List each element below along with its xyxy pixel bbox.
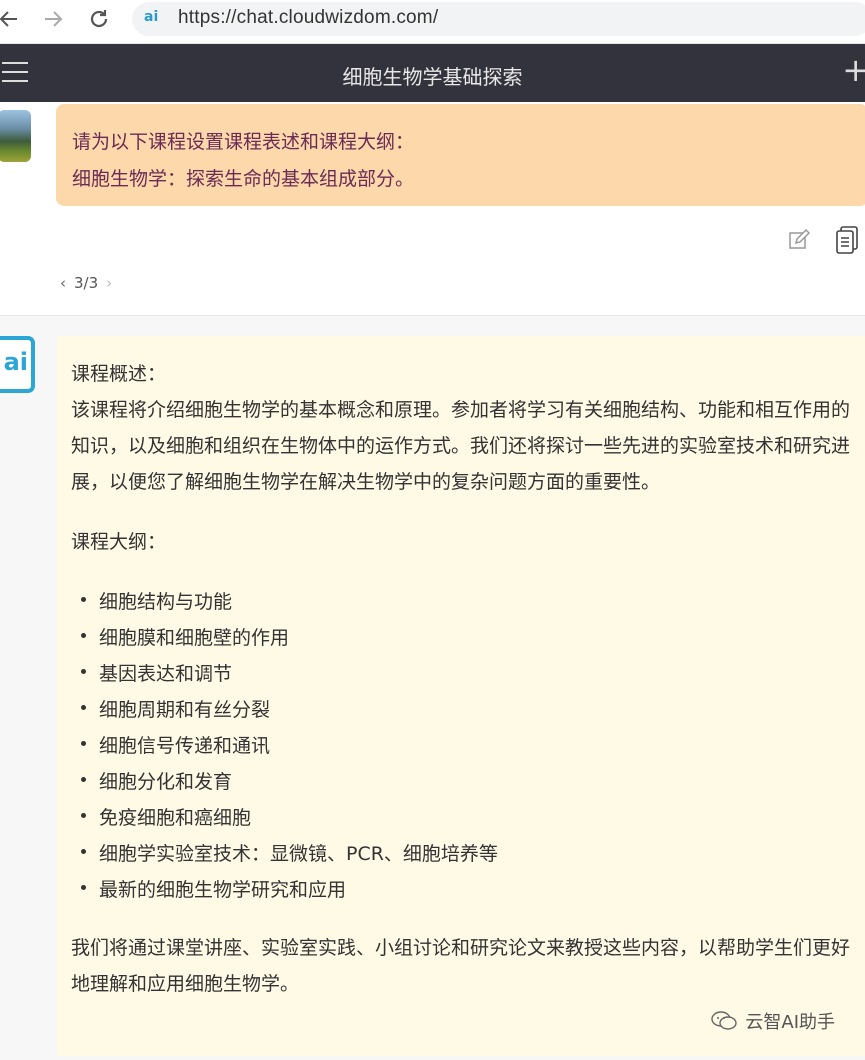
- user-message-line: 细胞生物学：探索生命的基本组成部分。: [72, 168, 415, 190]
- copy-icon[interactable]: [835, 226, 859, 254]
- edit-icon[interactable]: [787, 228, 811, 252]
- page-title: 细胞生物学基础探索: [342, 65, 523, 89]
- syllabus-item: 细胞膜和细胞壁的作用: [71, 620, 853, 656]
- browser-toolbar: ai https://chat.cloudwizdom.com/: [0, 0, 865, 44]
- syllabus-item: 基因表达和调节: [71, 656, 853, 692]
- syllabus-item: 最新的细胞生物学研究和应用: [71, 872, 853, 908]
- syllabus-item: 细胞信号传递和通讯: [71, 728, 853, 764]
- pager-count: 3/3: [74, 274, 99, 292]
- reload-icon[interactable]: [84, 4, 114, 34]
- watermark: 云智AI助手: [711, 1008, 835, 1034]
- assistant-message-bubble: 课程概述： 该课程将介绍细胞生物学的基本概念和原理。参加者将学习有关细胞结构、功…: [57, 336, 865, 1056]
- site-favicon-icon: ai: [144, 9, 159, 25]
- url-text: https://chat.cloudwizdom.com/: [178, 7, 439, 28]
- user-message-line: 请为以下课程设置课程表述和课程大纲：: [72, 131, 415, 153]
- syllabus-item: 细胞分化和发育: [71, 764, 853, 800]
- address-bar[interactable]: ai https://chat.cloudwizdom.com/: [132, 2, 865, 36]
- watermark-text: 云智AI助手: [745, 1012, 835, 1033]
- syllabus-heading: 课程大纲：: [71, 531, 167, 553]
- assistant-avatar: ai: [0, 336, 35, 393]
- pager-next-button[interactable]: ›: [106, 274, 112, 292]
- overview-body: 该课程将介绍细胞生物学的基本概念和原理。参加者将学习有关细胞结构、功能和相互作用…: [71, 399, 851, 493]
- user-message-bubble: 请为以下课程设置课程表述和课程大纲： 细胞生物学：探索生命的基本组成部分。: [56, 104, 865, 206]
- overview-heading: 课程概述：: [71, 363, 167, 385]
- syllabus-item: 细胞学实验室技术：显微镜、PCR、细胞培养等: [71, 836, 853, 872]
- user-avatar: [0, 110, 31, 162]
- closing-paragraph: 我们将通过课堂讲座、实验室实践、小组讨论和研究论文来教授这些内容，以帮助学生们更…: [71, 937, 851, 995]
- wechat-icon: [711, 1011, 738, 1030]
- syllabus-item: 细胞周期和有丝分裂: [71, 692, 853, 728]
- syllabus-item: 免疫细胞和癌细胞: [71, 800, 853, 836]
- back-arrow-icon[interactable]: [0, 4, 24, 34]
- syllabus-item: 细胞结构与功能: [71, 584, 853, 620]
- new-chat-plus-icon[interactable]: +: [842, 54, 865, 86]
- syllabus-list: 细胞结构与功能 细胞膜和细胞壁的作用 基因表达和调节 细胞周期和有丝分裂 细胞信…: [71, 584, 853, 908]
- pager-prev-button[interactable]: ‹: [60, 274, 66, 292]
- app-header: 细胞生物学基础探索 +: [0, 44, 865, 102]
- forward-arrow-icon[interactable]: [38, 4, 68, 34]
- response-pager: ‹ 3/3 ›: [60, 274, 112, 292]
